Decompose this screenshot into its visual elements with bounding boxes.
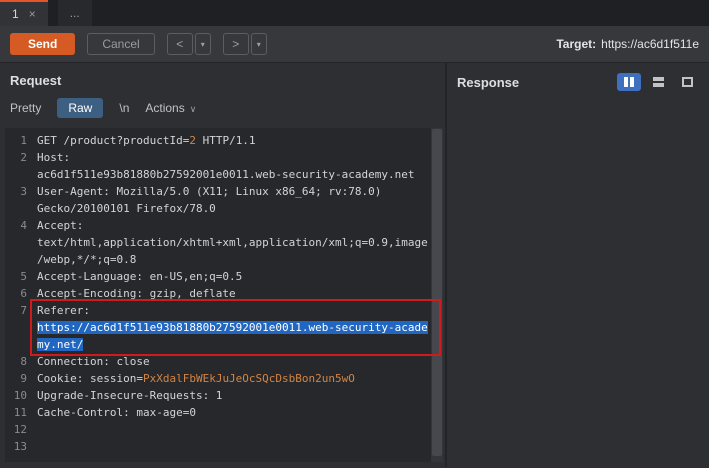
code-row[interactable]: ac6d1f511e93b81880b27592001e0011.web-sec… xyxy=(5,166,443,183)
code-text: Connection: close xyxy=(37,355,150,368)
line-number: 12 xyxy=(13,423,27,436)
line-number: 10 xyxy=(13,389,27,402)
code-text: Host: xyxy=(37,151,71,164)
line-number xyxy=(5,336,27,353)
scrollbar-thumb[interactable] xyxy=(432,129,442,457)
code-text: text/html,application/xhtml+xml,applicat… xyxy=(37,236,428,249)
code-text: ac6d1f511e93b81880b27592001e0011.web-sec… xyxy=(37,168,415,181)
code-row[interactable]: 1 GET /product?productId=2 HTTP/1.1 xyxy=(5,132,443,149)
line-number xyxy=(5,319,27,336)
line-number: 4 xyxy=(20,219,27,232)
line-number: 7 xyxy=(20,304,27,317)
line-number: 9 xyxy=(20,372,27,385)
code-text: Gecko/20100101 Firefox/78.0 xyxy=(37,202,216,215)
line-number: 2 xyxy=(20,151,27,164)
stacked-icon xyxy=(652,77,664,87)
code-row[interactable]: 9 Cookie: session=PxXdalFbWEkJuJeOcSQcDsb… xyxy=(5,370,443,387)
code-text: Accept-Language: en-US,en;q=0.5 xyxy=(37,270,243,283)
line-number xyxy=(5,251,27,268)
line-number: 13 xyxy=(13,440,27,453)
line-number: 3 xyxy=(20,185,27,198)
line-number xyxy=(5,200,27,217)
code-row[interactable]: https://ac6d1f511e93b81880b27592001e0011… xyxy=(5,319,443,336)
close-tab-icon[interactable]: × xyxy=(29,8,36,20)
code-row[interactable]: /webp,*/*;q=0.8 xyxy=(5,251,443,268)
code-text: Cookie: session=PxXdalFbWEkJuJeOcSQcDsbB… xyxy=(37,372,355,385)
target-display: Target: https://ac6d1f511e xyxy=(556,37,699,51)
code-text: /webp,*/*;q=0.8 xyxy=(37,253,137,266)
layout-single-button[interactable] xyxy=(675,73,699,91)
request-title: Request xyxy=(10,73,62,88)
code-text: my.net/ xyxy=(37,338,84,351)
code-row[interactable]: Gecko/20100101 Firefox/78.0 xyxy=(5,200,443,217)
tab-label: 1 xyxy=(12,7,19,21)
code-row[interactable]: 3 User-Agent: Mozilla/5.0 (X11; Linux x86… xyxy=(5,183,443,200)
repeater-toolbar: Send Cancel < ▾ > ▾ Target: https://ac6d1… xyxy=(0,26,709,63)
request-editor[interactable]: 1 GET /product?productId=2 HTTP/1.1 2 Host:… xyxy=(5,128,443,462)
code-row[interactable]: 2 Host: xyxy=(5,149,443,166)
history-forward-dropdown[interactable]: ▾ xyxy=(250,33,267,55)
line-number: 6 xyxy=(20,287,27,300)
response-title: Response xyxy=(457,74,520,90)
code-row[interactable]: 4 Accept: xyxy=(5,217,443,234)
repeater-tab-1[interactable]: 1 × xyxy=(0,0,48,26)
request-panel-header: Request xyxy=(0,63,445,90)
layout-stacked-button[interactable] xyxy=(646,73,670,91)
code-row[interactable]: my.net/ xyxy=(5,336,443,353)
line-number: 11 xyxy=(13,406,27,419)
code-text: https://ac6d1f511e93b81880b27592001e0011… xyxy=(37,321,428,334)
editor-scrollbar[interactable] xyxy=(431,128,443,462)
target-label: Target: xyxy=(556,37,597,51)
line-number xyxy=(5,234,27,251)
code-row[interactable]: text/html,application/xhtml+xml,applicat… xyxy=(5,234,443,251)
tab-more-label: ... xyxy=(69,6,80,20)
target-value[interactable]: https://ac6d1f511e xyxy=(601,37,699,51)
history-back-dropdown[interactable]: ▾ xyxy=(194,33,211,55)
history-forward-button[interactable]: > xyxy=(222,33,249,55)
layout-columns-button[interactable] xyxy=(617,73,641,91)
code-row[interactable]: 6 Accept-Encoding: gzip, deflate xyxy=(5,285,443,302)
code-row[interactable]: 11 Cache-Control: max-age=0 xyxy=(5,404,443,421)
request-editor-content: 1 GET /product?productId=2 HTTP/1.1 2 Host:… xyxy=(5,132,443,455)
code-row[interactable]: 5 Accept-Language: en-US,en;q=0.5 xyxy=(5,268,443,285)
code-text: User-Agent: Mozilla/5.0 (X11; Linux x86_… xyxy=(37,185,382,198)
actions-menu-button[interactable]: Actions ∨ xyxy=(145,101,196,115)
view-layout-buttons xyxy=(617,73,699,91)
tab-raw[interactable]: Raw xyxy=(57,98,104,118)
code-text: Referer: xyxy=(37,304,90,317)
code-text: Cache-Control: max-age=0 xyxy=(37,406,196,419)
line-number: 8 xyxy=(20,355,27,368)
repeater-tab-more[interactable]: ... xyxy=(57,0,92,26)
tab-newline-toggle[interactable]: \n xyxy=(119,101,129,115)
history-back-button[interactable]: < xyxy=(166,33,193,55)
send-button[interactable]: Send xyxy=(10,33,76,55)
response-panel: Response xyxy=(447,63,709,467)
code-text: GET /product?productId=2 HTTP/1.1 xyxy=(37,134,256,147)
message-editor-split: Request Pretty Raw \n Actions ∨ 1 GET /pro… xyxy=(0,63,709,467)
code-text: Accept-Encoding: gzip, deflate xyxy=(37,287,236,300)
code-row[interactable]: 13 xyxy=(5,438,443,455)
code-row[interactable]: 8 Connection: close xyxy=(5,353,443,370)
history-forward-splitbutton: > ▾ xyxy=(222,33,267,55)
code-row[interactable]: 12 xyxy=(5,421,443,438)
history-back-splitbutton: < ▾ xyxy=(166,33,211,55)
repeater-tab-bar: 1 × ... xyxy=(0,0,709,26)
code-text: Accept: xyxy=(37,219,84,232)
code-text: Upgrade-Insecure-Requests: 1 xyxy=(37,389,223,402)
actions-label: Actions xyxy=(145,101,185,115)
tab-pretty[interactable]: Pretty xyxy=(10,101,41,115)
single-pane-icon xyxy=(681,77,693,87)
chevron-down-icon: ∨ xyxy=(189,104,197,114)
code-row[interactable]: 7 Referer: xyxy=(5,302,443,319)
line-number xyxy=(5,166,27,183)
request-subtabs: Pretty Raw \n Actions ∨ xyxy=(0,90,445,126)
response-panel-header: Response xyxy=(447,63,709,93)
code-row[interactable]: 10 Upgrade-Insecure-Requests: 1 xyxy=(5,387,443,404)
line-number: 1 xyxy=(20,134,27,147)
request-panel: Request Pretty Raw \n Actions ∨ 1 GET /pro… xyxy=(0,63,447,467)
cancel-button[interactable]: Cancel xyxy=(87,33,155,55)
line-number: 5 xyxy=(20,270,27,283)
columns-icon xyxy=(624,77,628,87)
